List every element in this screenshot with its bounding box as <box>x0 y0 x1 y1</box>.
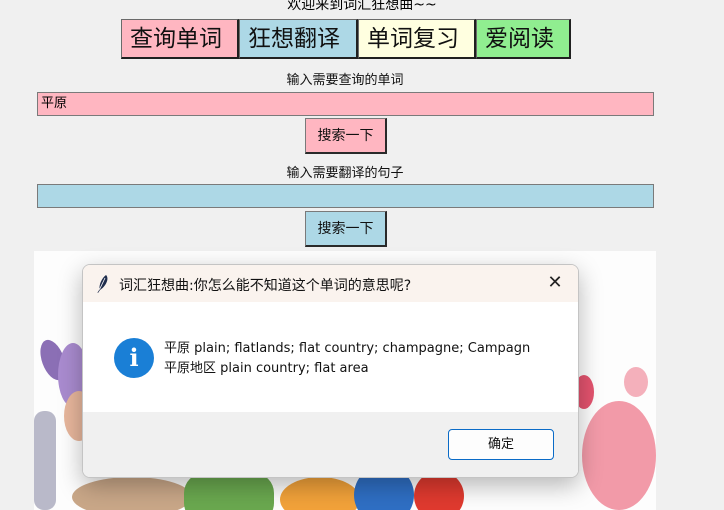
lookup-word-button[interactable]: 查询单词 <box>121 19 239 59</box>
dialog-footer: 确定 <box>83 412 578 477</box>
definition-line: 平原 plain; flatlands; flat country; champ… <box>164 341 531 356</box>
illustration-shape <box>34 411 56 510</box>
nav-bar: 查询单词 狂想翻译 单词复习 爱阅读 <box>121 19 571 59</box>
lookup-label: 输入需要查询的单词 <box>286 73 404 88</box>
sentence-search-button[interactable]: 搜索一下 <box>305 211 387 247</box>
dialog-titlebar: 词汇狂想曲:你怎么能不知道这个单词的意思呢? ✕ <box>83 265 578 302</box>
info-icon: i <box>114 338 154 378</box>
ok-button[interactable]: 确定 <box>448 429 554 460</box>
illustration-shape <box>184 473 274 510</box>
illustration-shape <box>72 477 192 510</box>
definition-dialog: 词汇狂想曲:你怎么能不知道这个单词的意思呢? ✕ i 平原 plain; fla… <box>82 264 579 478</box>
dialog-title: 词汇狂想曲:你怎么能不知道这个单词的意思呢? <box>119 278 412 294</box>
sentence-input[interactable] <box>37 184 654 208</box>
illustration-shape <box>280 477 360 510</box>
translate-button[interactable]: 狂想翻译 <box>239 19 358 59</box>
reading-button[interactable]: 爱阅读 <box>476 19 571 59</box>
close-icon[interactable]: ✕ <box>532 265 578 302</box>
welcome-text: 欢迎来到词汇狂想曲~~ <box>287 0 437 13</box>
review-button[interactable]: 单词复习 <box>358 19 476 59</box>
illustration-shape <box>582 401 656 510</box>
definition-line: 平原地区 plain country; flat area <box>164 361 369 376</box>
word-input[interactable]: 平原 <box>37 92 654 116</box>
illustration-shape <box>624 367 648 397</box>
feather-icon <box>97 275 108 293</box>
word-search-button[interactable]: 搜索一下 <box>305 118 387 154</box>
dialog-message: 平原 plain; flatlands; flat country; champ… <box>164 339 530 379</box>
translate-label: 输入需要翻译的句子 <box>286 166 404 181</box>
